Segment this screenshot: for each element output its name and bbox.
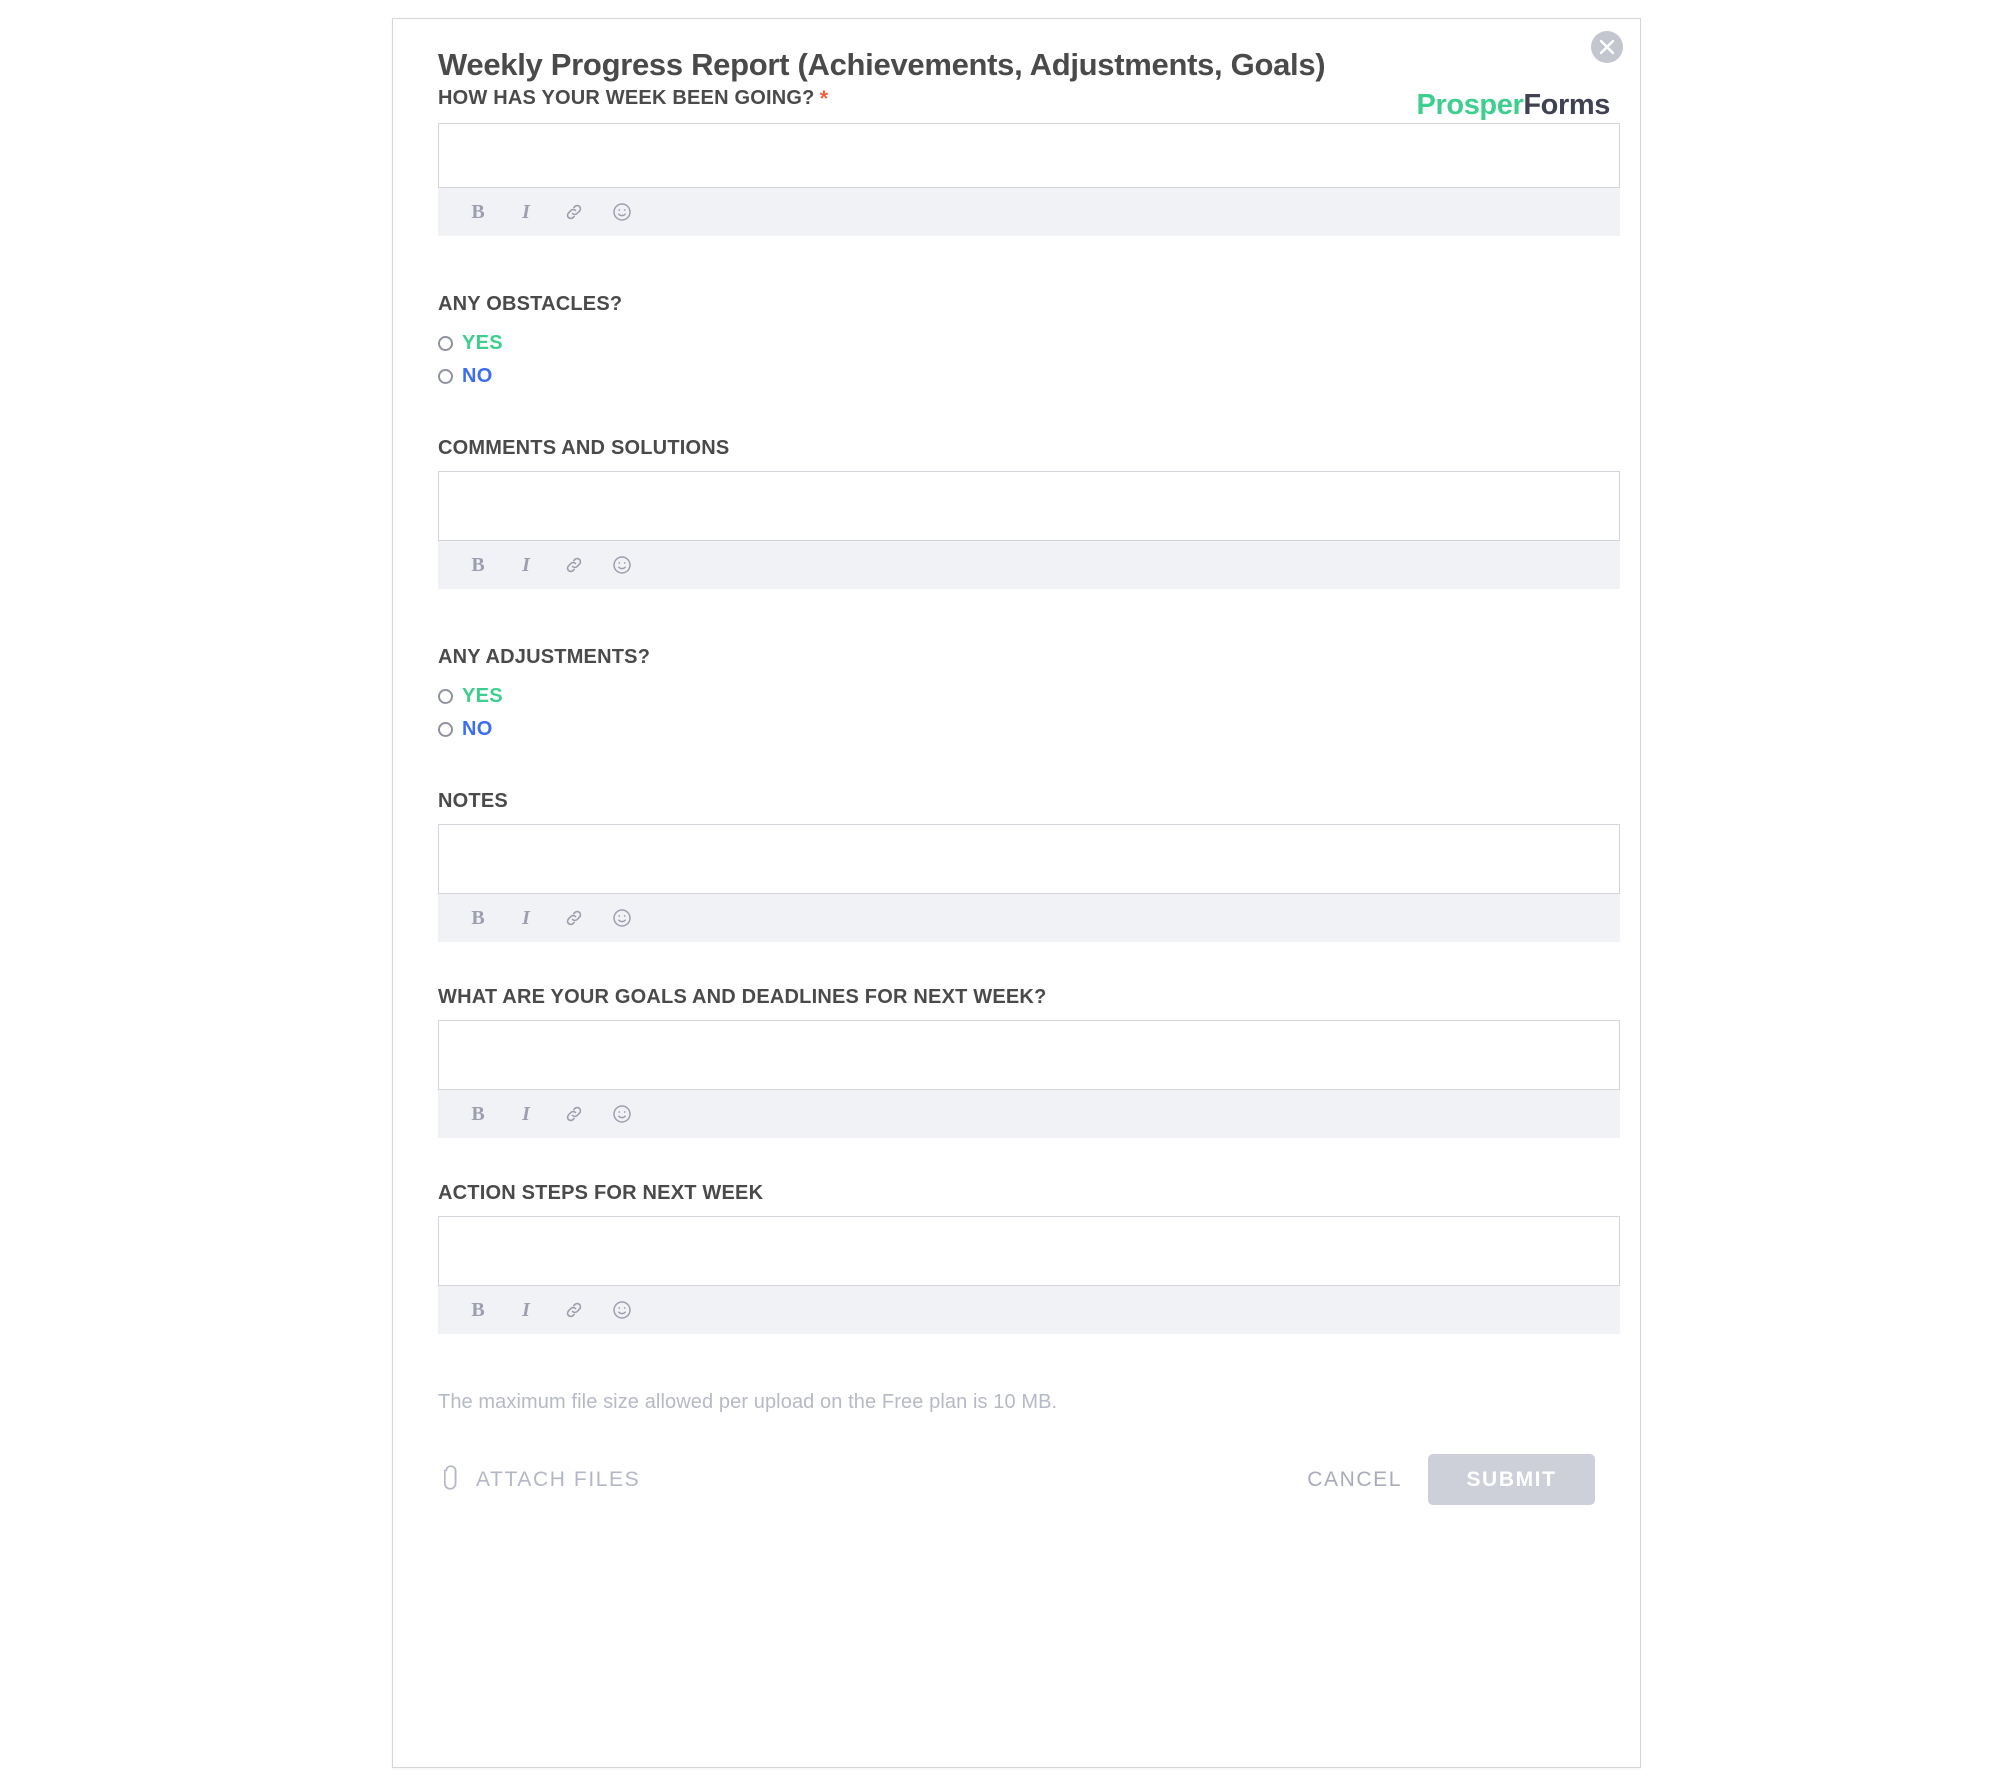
- link-icon[interactable]: [561, 905, 587, 931]
- richtext-editor: B I: [438, 123, 1620, 237]
- field-any-adjustments: ANY ADJUSTMENTS? YES NO: [415, 645, 1618, 746]
- radio-option-yes[interactable]: YES: [438, 680, 503, 713]
- bold-button[interactable]: B: [465, 905, 491, 931]
- field-label: WHAT ARE YOUR GOALS AND DEADLINES FOR NE…: [438, 986, 1047, 1009]
- field-label: ANY OBSTACLES?: [438, 293, 623, 316]
- bold-button[interactable]: B: [465, 552, 491, 578]
- submit-button[interactable]: SUBMIT: [1428, 1454, 1595, 1506]
- radio-option-no[interactable]: NO: [438, 360, 493, 393]
- field-label: COMMENTS AND SOLUTIONS: [438, 437, 730, 460]
- field-notes: NOTES B I: [415, 789, 1620, 943]
- logo-part-prosper: Prosper: [1416, 89, 1524, 121]
- radio-circle-icon: [438, 336, 453, 352]
- emoji-icon[interactable]: [609, 199, 635, 225]
- bold-button[interactable]: B: [465, 1297, 491, 1323]
- richtext-input-week-going[interactable]: [438, 123, 1620, 189]
- form-footer-bar: ATTACH FILES CANCEL SUBMIT: [415, 1454, 1618, 1506]
- max-file-size-note: The maximum file size allowed per upload…: [438, 1391, 1058, 1414]
- emoji-icon[interactable]: [609, 905, 635, 931]
- link-icon[interactable]: [561, 552, 587, 578]
- prosperforms-logo: ProsperForms: [1416, 89, 1611, 122]
- paperclip-icon: [438, 1463, 464, 1496]
- radio-label: NO: [462, 718, 493, 741]
- link-icon[interactable]: [561, 199, 587, 225]
- italic-button[interactable]: I: [513, 905, 539, 931]
- attach-files-button[interactable]: ATTACH FILES: [438, 1463, 640, 1496]
- field-label: ACTION STEPS FOR NEXT WEEK: [438, 1182, 764, 1205]
- field-label-text: HOW HAS YOUR WEEK BEEN GOING?: [438, 86, 815, 109]
- form-header: Weekly Progress Report (Achievements, Ad…: [415, 47, 1618, 121]
- required-marker: *: [819, 85, 829, 111]
- field-any-obstacles: ANY OBSTACLES? YES NO: [415, 292, 1618, 393]
- richtext-input-notes[interactable]: [438, 824, 1620, 895]
- field-goals-and-deadlines: WHAT ARE YOUR GOALS AND DEADLINES FOR NE…: [415, 985, 1620, 1139]
- field-label: NOTES: [438, 790, 508, 813]
- editor-toolbar: B I: [438, 541, 1620, 590]
- radio-circle-icon: [438, 722, 453, 738]
- editor-toolbar: B I: [438, 1286, 1620, 1335]
- richtext-input-goals[interactable]: [438, 1020, 1620, 1091]
- field-action-steps: ACTION STEPS FOR NEXT WEEK B I: [415, 1181, 1620, 1335]
- italic-button[interactable]: I: [513, 199, 539, 225]
- radio-group-any-obstacles: YES NO: [438, 327, 1595, 393]
- richtext-editor: B I: [438, 824, 1620, 943]
- radio-label: YES: [462, 685, 503, 708]
- link-icon[interactable]: [561, 1101, 587, 1127]
- italic-button[interactable]: I: [513, 552, 539, 578]
- cancel-button[interactable]: CANCEL: [1307, 1468, 1428, 1492]
- report-form-card: Weekly Progress Report (Achievements, Ad…: [392, 18, 1641, 1768]
- editor-toolbar: B I: [438, 188, 1620, 237]
- radio-label: YES: [462, 332, 503, 355]
- field-label: ANY ADJUSTMENTS?: [438, 646, 651, 669]
- richtext-editor: B I: [438, 1216, 1620, 1335]
- emoji-icon[interactable]: [609, 1101, 635, 1127]
- radio-option-yes[interactable]: YES: [438, 327, 503, 360]
- editor-toolbar: B I: [438, 1090, 1620, 1139]
- richtext-input-comments[interactable]: [438, 471, 1620, 542]
- richtext-editor: B I: [438, 1020, 1620, 1139]
- richtext-editor: B I: [438, 471, 1620, 590]
- emoji-icon[interactable]: [609, 1297, 635, 1323]
- bold-button[interactable]: B: [465, 1101, 491, 1127]
- logo-part-forms: Forms: [1523, 89, 1610, 121]
- field-comments-and-solutions: COMMENTS AND SOLUTIONS B I: [415, 436, 1620, 590]
- bold-button[interactable]: B: [465, 199, 491, 225]
- radio-circle-icon: [438, 689, 453, 705]
- radio-option-no[interactable]: NO: [438, 713, 493, 746]
- emoji-icon[interactable]: [609, 552, 635, 578]
- attach-files-label: ATTACH FILES: [476, 1467, 641, 1491]
- italic-button[interactable]: I: [513, 1297, 539, 1323]
- radio-label: NO: [462, 365, 493, 388]
- editor-toolbar: B I: [438, 894, 1620, 943]
- link-icon[interactable]: [561, 1297, 587, 1323]
- italic-button[interactable]: I: [513, 1101, 539, 1127]
- radio-circle-icon: [438, 369, 453, 385]
- page-title: Weekly Progress Report (Achievements, Ad…: [438, 47, 1326, 82]
- radio-group-any-adjustments: YES NO: [438, 680, 1595, 746]
- richtext-input-action-steps[interactable]: [438, 1216, 1620, 1287]
